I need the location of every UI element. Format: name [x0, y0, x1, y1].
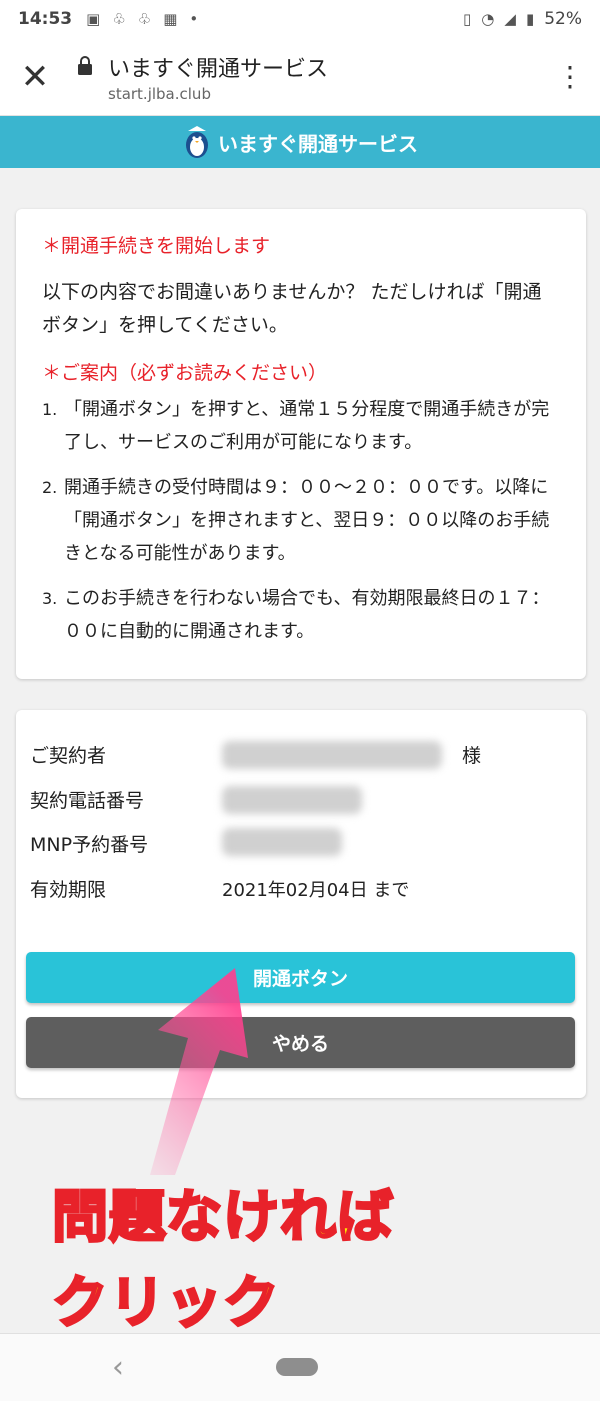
expiry-value: 2021年02月04日 まで	[222, 880, 410, 901]
contractor-name-redacted	[222, 741, 442, 769]
mnp-label: MNP予約番号	[30, 834, 149, 856]
list-item: 3. このお手続きを行わない場合でも、有効期限最終日の１７：００に自動的に開通さ…	[42, 582, 560, 648]
battery-icon: ▮	[525, 10, 535, 28]
list-text: 開通手続きの受付時間は９：００～２０：００です。以降に「開通ボタン」を押されます…	[64, 477, 550, 564]
system-icons: ▯ ◔ ◢ ▮ 52%	[463, 9, 582, 29]
penguin-mascot-icon	[186, 126, 208, 158]
more-menu-icon[interactable]: ⋮	[540, 38, 600, 116]
contractor-label: ご契約者	[30, 745, 107, 767]
list-number: 2.	[42, 478, 58, 497]
list-item: 2. 開通手続きの受付時間は９：００～２０：００です。以降に「開通ボタン」を押さ…	[42, 471, 560, 570]
phone-label: 契約電話番号	[30, 790, 145, 812]
signal-icon: ◢	[504, 10, 516, 28]
url-display[interactable]: いますぐ開通サービス start.jlba.club	[108, 51, 328, 103]
guide-heading: ＊ご案内（必ずお読みください）	[42, 362, 328, 384]
back-chevron-icon[interactable]: ‹	[112, 1350, 124, 1385]
cancel-button[interactable]: やめる	[26, 1017, 575, 1068]
mnp-number-redacted	[222, 828, 342, 856]
list-text: 「開通ボタン」を押すと、通常１５分程度で開通手続きが完了し、サービスのご利用が可…	[64, 399, 550, 453]
home-pill-icon[interactable]	[276, 1358, 318, 1376]
notice-card: ＊開通手続きを開始します 以下の内容でお間違いありませんか？ ただしければ「開通…	[16, 209, 586, 679]
bulb-icon: ♧	[112, 10, 126, 28]
status-time: 14:53	[18, 9, 73, 29]
list-text: このお手続きを行わない場合でも、有効期限最終日の１７：００に自動的に開通されます…	[64, 588, 550, 642]
list-number: 1.	[42, 400, 58, 419]
honorific: 様	[462, 745, 482, 767]
list-item: 1. 「開通ボタン」を押すと、通常１５分程度で開通手続きが完了し、サービスのご利…	[42, 393, 560, 459]
annotation-line1: 問題なければ	[51, 1184, 395, 1252]
status-dot: •	[189, 10, 199, 28]
status-bar: 14:53 ▣ ♧ ♧ ▦ • ▯ ◔ ◢ ▮ 52%	[0, 0, 600, 38]
notification-icons: ▣ ♧ ♧ ▦ •	[86, 10, 198, 28]
site-header: いますぐ開通サービス	[0, 116, 600, 168]
notice-heading: ＊開通手続きを開始します	[42, 235, 271, 257]
page-title: いますぐ開通サービス	[108, 56, 329, 82]
notice-intro: 以下の内容でお間違いありませんか？ ただしければ「開通ボタン」を押してください。	[42, 281, 542, 336]
pointer-arrow-icon	[150, 968, 248, 1175]
close-icon[interactable]: ✕	[0, 38, 70, 116]
guide-list: 1. 「開通ボタン」を押すと、通常１５分程度で開通手続きが完了し、サービスのご利…	[42, 393, 560, 648]
bulb-icon-2: ♧	[137, 10, 152, 28]
battery-percent: 52%	[544, 9, 582, 29]
wifi-icon: ◔	[481, 10, 495, 28]
url-host: start.jlba.club	[108, 84, 211, 103]
annotation-line2: クリック	[51, 1270, 281, 1338]
activate-button[interactable]: 開通ボタン	[26, 952, 575, 1003]
expiry-label: 有効期限	[30, 879, 107, 901]
image-icon: ▣	[86, 10, 101, 28]
site-title: いますぐ開通サービス	[218, 131, 418, 156]
vibrate-icon: ▯	[463, 10, 472, 28]
browser-toolbar: ✕ いますぐ開通サービス start.jlba.club ⋮	[0, 38, 600, 116]
phone-number-redacted	[222, 786, 362, 814]
system-nav-bar: ‹	[0, 1333, 600, 1401]
list-number: 3.	[42, 589, 58, 608]
gift-icon: ▦	[163, 10, 178, 28]
lock-icon	[70, 55, 100, 76]
